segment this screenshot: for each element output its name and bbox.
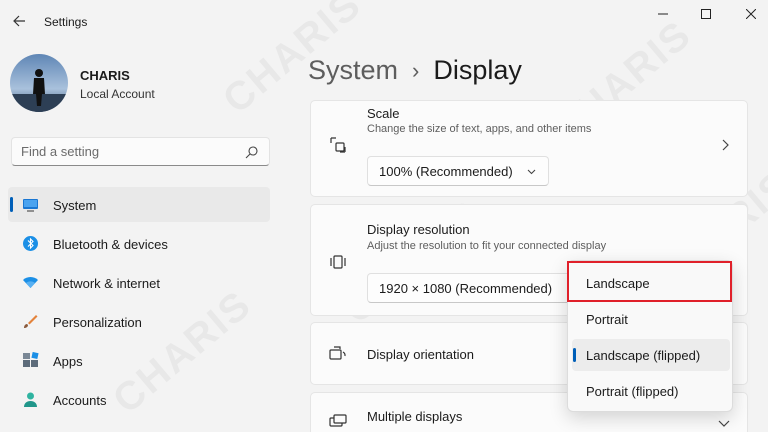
highlight-box (567, 261, 732, 302)
option-landscape-flipped[interactable]: Landscape (flipped) (572, 339, 730, 371)
selected-indicator (573, 348, 576, 362)
scale-icon (330, 137, 346, 153)
search-input[interactable] (21, 144, 221, 159)
maximize-button[interactable] (695, 6, 717, 22)
scale-dropdown[interactable]: 100% (Recommended) (367, 156, 549, 186)
multiple-displays-title: Multiple displays (367, 409, 463, 424)
sidebar-item-label: System (53, 198, 97, 213)
option-label: Portrait (flipped) (586, 383, 679, 399)
breadcrumb-separator: › (412, 57, 420, 83)
scale-value: 100% (Recommended) (379, 163, 513, 179)
wifi-icon (23, 277, 38, 288)
option-portrait-flipped[interactable]: Portrait (flipped) (572, 375, 730, 407)
resolution-subtitle: Adjust the resolution to fit your connec… (367, 240, 607, 252)
sidebar-item-label: Apps (53, 354, 83, 369)
scale-title: Scale (367, 106, 400, 121)
search-icon[interactable] (245, 145, 259, 159)
monitor-icon (23, 199, 38, 212)
option-portrait[interactable]: Portrait (572, 303, 730, 335)
sidebar-item-network[interactable]: Network & internet (8, 265, 270, 300)
sidebar-item-label: Personalization (53, 315, 142, 330)
minimize-icon (658, 13, 668, 15)
active-indicator (10, 197, 13, 212)
bluetooth-icon (23, 236, 38, 251)
arrow-left-icon (12, 15, 25, 27)
app-title: Settings (44, 15, 88, 29)
back-button[interactable] (10, 12, 28, 30)
option-label: Landscape (flipped) (586, 347, 701, 363)
sidebar-nav: System Bluetooth & devices Network & int… (8, 187, 270, 421)
page-title: Display (433, 55, 522, 85)
orientation-title: Display orientation (367, 347, 474, 362)
resolution-dropdown[interactable]: 1920 × 1080 (Recommended) (367, 273, 577, 303)
sidebar-item-personalization[interactable]: Personalization (8, 304, 270, 339)
search-box[interactable] (11, 137, 270, 166)
resolution-title: Display resolution (367, 222, 470, 237)
minimize-button[interactable] (652, 6, 674, 22)
apps-icon (23, 352, 39, 367)
orientation-icon (329, 346, 346, 360)
sidebar-item-apps[interactable]: Apps (8, 343, 270, 378)
close-button[interactable] (740, 6, 762, 22)
avatar[interactable] (10, 54, 68, 112)
brush-icon (24, 315, 38, 328)
person-icon (24, 392, 37, 407)
breadcrumb-parent[interactable]: System (308, 55, 398, 86)
option-label: Portrait (586, 311, 628, 327)
sidebar-item-label: Network & internet (53, 276, 160, 291)
sidebar-item-label: Bluetooth & devices (53, 237, 168, 252)
chevron-down-icon (527, 169, 536, 175)
close-icon (746, 9, 756, 19)
sidebar-item-bluetooth[interactable]: Bluetooth & devices (8, 226, 270, 261)
resolution-icon (330, 255, 346, 269)
maximize-icon (701, 9, 711, 19)
sidebar-item-accounts[interactable]: Accounts (8, 382, 270, 417)
chevron-down-icon[interactable] (718, 419, 730, 429)
multiple-displays-icon (329, 414, 347, 427)
chevron-right-icon[interactable] (720, 139, 730, 151)
sidebar-item-system[interactable]: System (8, 187, 270, 222)
breadcrumb: System › Display (308, 55, 522, 86)
title-bar: Settings (0, 0, 768, 44)
user-name: CHARIS (80, 68, 130, 83)
scale-card[interactable]: Scale Change the size of text, apps, and… (310, 100, 748, 197)
account-type: Local Account (80, 87, 155, 101)
scale-subtitle: Change the size of text, apps, and other… (367, 123, 592, 135)
sidebar-item-label: Accounts (53, 393, 107, 408)
resolution-value: 1920 × 1080 (Recommended) (379, 280, 553, 296)
